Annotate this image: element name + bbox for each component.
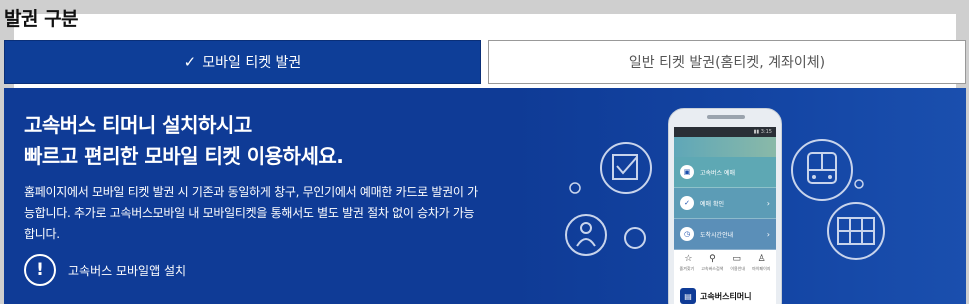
tab-general-ticket-label: 일반 티켓 발권(홈티켓, 계좌이체) <box>628 55 826 71</box>
tab-general-ticket[interactable]: 일반 티켓 발권(홈티켓, 계좌이체) <box>488 40 966 84</box>
dot-decoration <box>624 227 646 249</box>
phone-screen: ▮▮ 3:15 ▣ 고속버스 예매 ✓ 예매 확인 › ◷ 도착시간안내 › ☆… <box>674 127 776 304</box>
seat-map-icon <box>827 202 885 260</box>
app-name: 고속버스티머니 <box>700 291 752 301</box>
check-icon: ✓ <box>183 53 197 71</box>
dot-decoration <box>569 182 581 194</box>
tab-mobile-ticket[interactable]: ✓ 모바일 티켓 발권 <box>4 40 481 84</box>
description-line: 홈페이지에서 모바일 티켓 발권 시 기존과 동일하게 창구, 무인기에서 예매… <box>24 185 478 199</box>
user-icon: ♙ <box>757 254 766 264</box>
clock-icon: ◷ <box>680 227 694 241</box>
book-icon: ▭ <box>732 254 741 264</box>
check-icon: ✓ <box>680 196 694 210</box>
search-icon: ⚲ <box>709 254 716 264</box>
phone-mockup: ▮▮ 3:15 ▣ 고속버스 예매 ✓ 예매 확인 › ◷ 도착시간안내 › ☆… <box>668 108 782 304</box>
install-app-label: 고속버스 모바일앱 설치 <box>68 263 187 278</box>
exclamation-icon: ! <box>24 254 56 286</box>
phone-status-bar: ▮▮ 3:15 <box>674 127 776 137</box>
ticket-check-icon <box>600 142 652 194</box>
app-menu-item: ▣ 고속버스 예매 <box>674 157 776 188</box>
app-logo: ▤ 고속버스티머니 <box>680 288 752 304</box>
install-app-link[interactable]: ! 고속버스 모바일앱 설치 <box>24 254 186 286</box>
app-menu-label: 도착시간안내 <box>700 231 734 239</box>
nav-label: 고속버스검색 <box>701 266 724 271</box>
bus-icon <box>791 139 853 201</box>
app-menu-item: ◷ 도착시간안내 › <box>674 219 776 250</box>
tab-mobile-ticket-label: 모바일 티켓 발권 <box>202 55 302 71</box>
section-title: 발권 구분 <box>4 8 79 30</box>
description-line: 능합니다. 추가로 고속버스모바일 내 모바일티켓을 통해서도 별도 발권 절차… <box>24 206 475 220</box>
nav-label: 이용안내 <box>730 266 746 271</box>
headline-line: 고속버스 티머니 설치하시고 <box>24 113 252 137</box>
chevron-right-icon: › <box>766 229 770 239</box>
app-header <box>674 137 776 157</box>
star-icon: ☆ <box>684 254 693 264</box>
banner-headline: 고속버스 티머니 설치하시고 빠르고 편리한 모바일 티켓 이용하세요. <box>24 110 344 172</box>
app-menu-label: 고속버스 예매 <box>700 169 736 177</box>
bus-icon: ▣ <box>680 165 694 179</box>
bus-logo-icon: ▤ <box>680 288 696 304</box>
app-bottom-nav: ☆ ⚲ ▭ ♙ <box>674 250 776 266</box>
banner-description: 홈페이지에서 모바일 티켓 발권 시 기존과 동일하게 창구, 무인기에서 예매… <box>24 182 544 245</box>
headline-line: 빠르고 편리한 모바일 티켓 이용하세요. <box>24 144 344 168</box>
nav-label: 마이페이지 <box>752 266 771 271</box>
phone-speaker <box>707 115 745 119</box>
app-bottom-nav-labels: 즐겨찾기 고속버스검색 이용안내 마이페이지 <box>674 266 776 272</box>
app-menu-item: ✓ 예매 확인 › <box>674 188 776 219</box>
nav-label: 즐겨찾기 <box>679 266 695 271</box>
mobile-app-banner: 고속버스 티머니 설치하시고 빠르고 편리한 모바일 티켓 이용하세요. 홈페이… <box>4 88 966 304</box>
app-menu-label: 예매 확인 <box>700 200 724 208</box>
description-line: 합니다. <box>24 227 60 241</box>
chevron-right-icon: › <box>766 198 770 208</box>
person-icon <box>565 214 607 256</box>
dot-decoration <box>854 179 864 189</box>
